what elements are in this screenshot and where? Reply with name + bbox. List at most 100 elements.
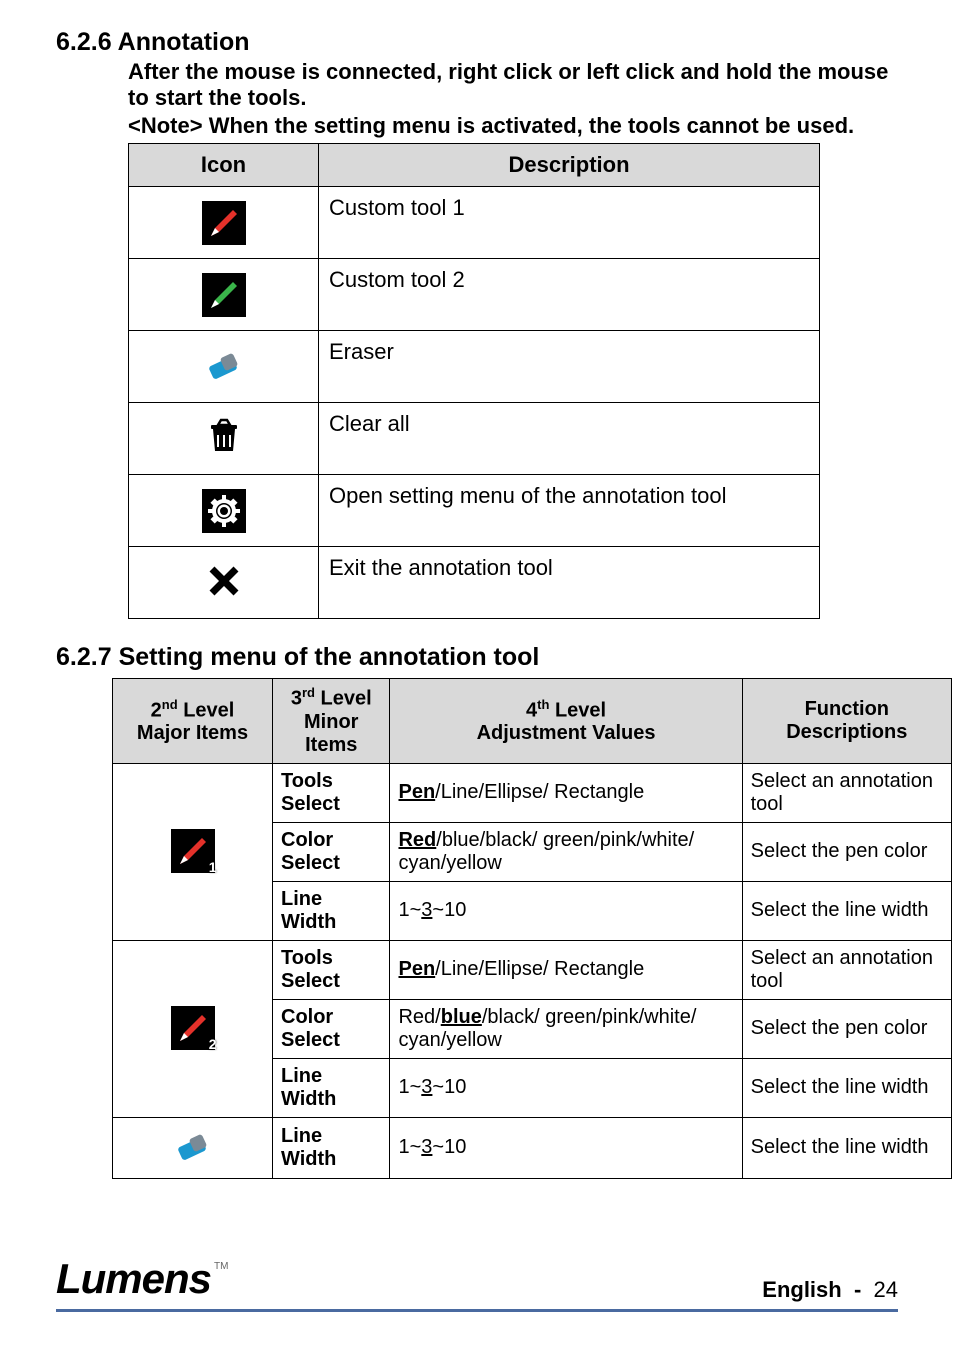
lang-label: English — [762, 1277, 841, 1302]
desc-custom-tool-1: Custom tool 1 — [319, 187, 820, 259]
r3-adj-pre: Pen — [398, 958, 435, 980]
heading-text-2: Setting menu of the annotation tool — [119, 643, 540, 671]
eraser-icon — [202, 343, 246, 387]
close-icon — [202, 559, 246, 603]
r0-minor: Tools Select — [273, 763, 390, 822]
r1-adj-pre: Red — [398, 829, 436, 851]
icon-open-settings — [129, 475, 319, 547]
r5m: 3 — [421, 1076, 432, 1098]
h3a: 4 — [526, 699, 537, 721]
h3b: Level — [555, 699, 606, 721]
r2m: 3 — [421, 899, 432, 921]
r0-func: Select an annotation tool — [742, 763, 951, 822]
brand-logo: Lumens — [56, 1255, 211, 1303]
col-func: Function Descriptions — [742, 679, 951, 764]
r3-minor: Tools Select — [273, 940, 390, 999]
heading-annotation: 6.2.6 Annotation — [56, 28, 898, 57]
r0-adj-post: /Line/Ellipse/ Rectangle — [435, 781, 644, 803]
h1b: Level — [183, 699, 234, 721]
major-tool2: 2 — [113, 940, 273, 1117]
r1-adj-post: /blue/black/ green/pink/white/ cyan/yell… — [398, 829, 694, 874]
heading-text: Annotation — [118, 28, 250, 56]
logo-wrap: Lumens TM — [56, 1255, 228, 1303]
col-adj: 4th Level Adjustment Values — [390, 679, 742, 764]
r5a: 1~ — [398, 1076, 421, 1098]
h3s: th — [537, 697, 549, 712]
footer: Lumens TM English - 24 — [56, 1255, 898, 1312]
icon-exit — [129, 547, 319, 619]
pen2-icon: 2 — [171, 1006, 215, 1050]
desc-exit: Exit the annotation tool — [319, 547, 820, 619]
r5-func: Select the line width — [742, 1058, 951, 1117]
major-eraser — [113, 1117, 273, 1178]
col-minor: 3rd Level Minor Items — [273, 679, 390, 764]
r1-func: Select the pen color — [742, 822, 951, 881]
h1c: Major Items — [137, 722, 248, 744]
tm-mark: TM — [214, 1261, 228, 1272]
r0-adj: Pen/Line/Ellipse/ Rectangle — [390, 763, 742, 822]
annotation-note: <Note> When the setting menu is activate… — [56, 113, 898, 139]
r4-minor: Color Select — [273, 999, 390, 1058]
gear-icon — [202, 489, 246, 533]
h2s: rd — [302, 685, 315, 700]
col-major: 2nd Level Major Items — [113, 679, 273, 764]
r6m: 3 — [421, 1136, 432, 1158]
r3-func: Select an annotation tool — [742, 940, 951, 999]
settingmenu-table: 2nd Level Major Items 3rd Level Minor It… — [112, 678, 952, 1179]
r4-func: Select the pen color — [742, 999, 951, 1058]
h3c: Adjustment Values — [477, 722, 656, 744]
page-number: 24 — [874, 1277, 898, 1302]
pen1-icon: 1 — [171, 829, 215, 873]
r2-func: Select the line width — [742, 881, 951, 940]
page-indicator: English - 24 — [762, 1277, 898, 1303]
icon-clear-all — [129, 403, 319, 475]
r5-adj: 1~3~10 — [390, 1058, 742, 1117]
desc-custom-tool-2: Custom tool 2 — [319, 259, 820, 331]
r4-adj: Red/blue/black/ green/pink/white/ cyan/y… — [390, 999, 742, 1058]
h1a: 2 — [151, 699, 162, 721]
r1-minor: Color Select — [273, 822, 390, 881]
r2-minor: Line Width — [273, 881, 390, 940]
desc-clear-all: Clear all — [319, 403, 820, 475]
annotation-icon-table: Icon Description Custom tool 1 Custom to… — [128, 143, 820, 619]
r2-adj: 1~3~10 — [390, 881, 742, 940]
h1s: nd — [162, 697, 178, 712]
eraser2-icon — [171, 1124, 215, 1168]
trash-icon — [202, 415, 246, 459]
h2a: 3 — [291, 688, 302, 710]
desc-open-settings: Open setting menu of the annotation tool — [319, 475, 820, 547]
r6-adj: 1~3~10 — [390, 1117, 742, 1178]
r4m: blue — [441, 1006, 482, 1028]
annotation-intro: After the mouse is connected, right clic… — [56, 59, 898, 111]
icon-eraser — [129, 331, 319, 403]
pen-red-icon — [202, 201, 246, 245]
r6-minor: Line Width — [273, 1117, 390, 1178]
col-desc: Description — [319, 144, 820, 187]
r2b: ~10 — [432, 899, 466, 921]
h2c: Minor Items — [304, 711, 358, 756]
r5b: ~10 — [432, 1076, 466, 1098]
heading-settingmenu: 6.2.7 Setting menu of the annotation too… — [56, 643, 898, 672]
icon-custom-tool-1 — [129, 187, 319, 259]
r3-adj-post: /Line/Ellipse/ Rectangle — [435, 958, 644, 980]
desc-eraser: Eraser — [319, 331, 820, 403]
dash: - — [854, 1277, 861, 1302]
r3-adj: Pen/Line/Ellipse/ Rectangle — [390, 940, 742, 999]
col-icon: Icon — [129, 144, 319, 187]
r0-adj-pre: Pen — [398, 781, 435, 803]
r6-func: Select the line width — [742, 1117, 951, 1178]
r2a: 1~ — [398, 899, 421, 921]
h2b: Level — [321, 688, 372, 710]
heading-num-2: 6.2.7 — [56, 643, 112, 671]
icon-custom-tool-2 — [129, 259, 319, 331]
r5-minor: Line Width — [273, 1058, 390, 1117]
r4a: Red/ — [398, 1006, 440, 1028]
pen1-sub: 1 — [209, 859, 217, 875]
major-tool1: 1 — [113, 763, 273, 940]
pen2-sub: 2 — [209, 1036, 217, 1052]
heading-num: 6.2.6 — [56, 28, 112, 56]
r6a: 1~ — [398, 1136, 421, 1158]
r6b: ~10 — [432, 1136, 466, 1158]
r1-adj: Red/blue/black/ green/pink/white/ cyan/y… — [390, 822, 742, 881]
pen-green-icon — [202, 273, 246, 317]
